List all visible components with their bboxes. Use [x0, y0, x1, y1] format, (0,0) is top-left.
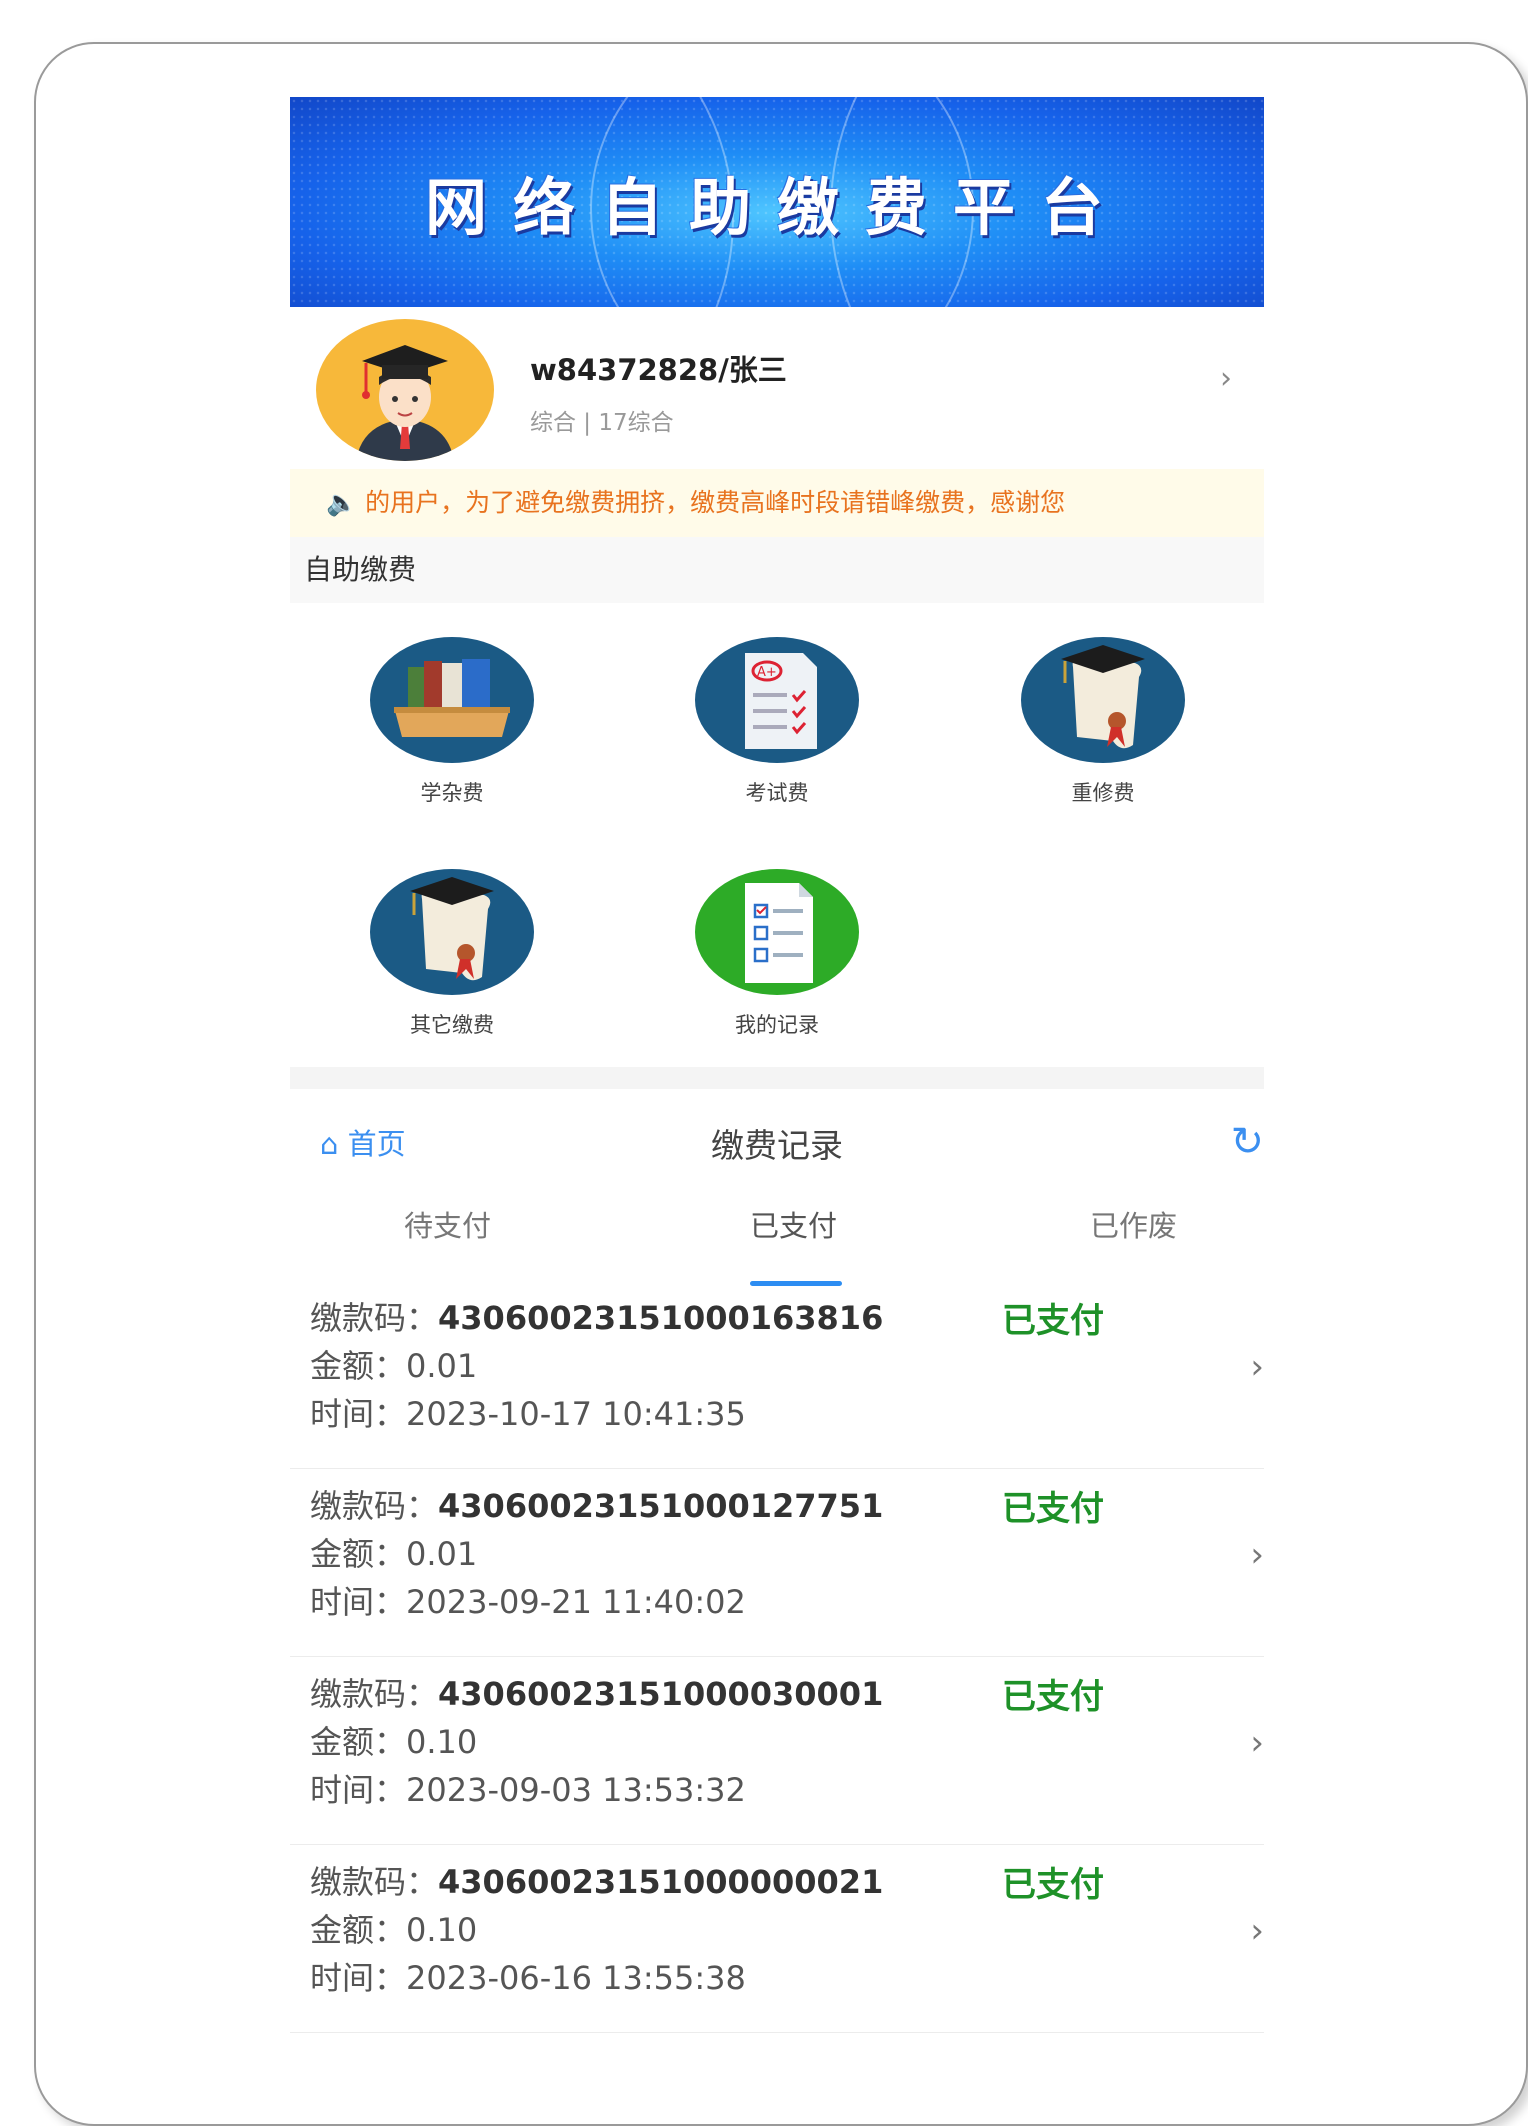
amount: 0.10 — [406, 1723, 478, 1761]
status-badge: 已支付 — [1002, 1489, 1104, 1529]
self-service-grid: 学杂费 A+ 考试费 重修费 其它缴费 我的记录 — [290, 603, 1264, 1067]
diploma-icon — [370, 869, 534, 995]
tab-paid[interactable]: 已支付 — [750, 1203, 837, 1245]
notice-text: 的用户，为了避免缴费拥挤，缴费高峰时段请错峰缴费，感谢您 — [365, 488, 1066, 517]
username: w84372828/张三 — [530, 353, 787, 387]
amount: 0.01 — [406, 1347, 478, 1385]
tab-pending[interactable]: 待支付 — [404, 1203, 491, 1245]
status-badge: 已支付 — [1002, 1301, 1104, 1341]
time: 2023-09-21 11:40:02 — [406, 1583, 746, 1621]
exam-paper-icon: A+ — [695, 637, 859, 763]
divider — [290, 1067, 1264, 1089]
list-item[interactable]: 缴款码：43060023151000127751 已支付 金额：0.01 时间：… — [290, 1469, 1264, 1657]
records-title: 缴费记录 — [711, 1126, 843, 1165]
status-badge: 已支付 — [1002, 1677, 1104, 1717]
books-icon — [370, 637, 534, 763]
amount: 0.01 — [406, 1535, 478, 1573]
tab-voided[interactable]: 已作废 — [1090, 1203, 1177, 1245]
chevron-right-icon: › — [1250, 1723, 1264, 1763]
banner-title: 网络自助缴费平台 — [424, 171, 1129, 244]
chevron-right-icon: › — [1220, 361, 1232, 396]
svg-text:A+: A+ — [757, 665, 777, 680]
avatar — [316, 319, 494, 461]
payment-code: 43060023151000127751 — [438, 1487, 884, 1525]
time: 2023-06-16 13:55:38 — [406, 1959, 746, 1997]
time: 2023-10-17 10:41:35 — [406, 1395, 746, 1433]
grid-item-other[interactable]: 其它缴费 — [352, 869, 552, 1039]
banner: 网络自助缴费平台 — [290, 97, 1264, 307]
records-header: ⌂ 首页 缴费记录 ↻ — [290, 1089, 1264, 1189]
payment-code: 43060023151000163816 — [438, 1299, 884, 1337]
list-item[interactable]: 缴款码：43060023151000163816 已支付 金额：0.01 时间：… — [290, 1281, 1264, 1469]
checklist-icon — [695, 869, 859, 995]
grid-item-exam[interactable]: A+ 考试费 — [677, 637, 877, 807]
list-item[interactable]: 缴款码：43060023151000030001 已支付 金额：0.10 时间：… — [290, 1657, 1264, 1845]
amount: 0.10 — [406, 1911, 478, 1949]
grid-item-retake[interactable]: 重修费 — [1003, 637, 1203, 807]
status-badge: 已支付 — [1002, 1865, 1104, 1905]
notice-bar: 🔈 的用户，为了避免缴费拥挤，缴费高峰时段请错峰缴费，感谢您 — [290, 469, 1264, 537]
speaker-icon: 🔈 — [326, 488, 358, 517]
page: 网络自助缴费平台 w84372828/张三 综合 | 17综合 › 🔈 的用户，… — [290, 97, 1264, 2033]
tabs: 待支付 已支付 已作废 — [290, 1189, 1264, 1286]
user-class-info: 综合 | 17综合 — [530, 410, 674, 436]
time: 2023-09-03 13:53:32 — [406, 1771, 746, 1809]
list-item[interactable]: 缴款码：43060023151000000021 已支付 金额：0.10 时间：… — [290, 1845, 1264, 2033]
grid-item-my-records[interactable]: 我的记录 — [677, 869, 877, 1039]
chevron-right-icon: › — [1250, 1535, 1264, 1575]
grid-item-tuition[interactable]: 学杂费 — [352, 637, 552, 807]
chevron-right-icon: › — [1250, 1347, 1264, 1387]
diploma-icon — [1021, 637, 1185, 763]
payment-code: 43060023151000000021 — [438, 1863, 884, 1901]
section-title: 自助缴费 — [290, 537, 1264, 603]
profile-card[interactable]: w84372828/张三 综合 | 17综合 › — [290, 307, 1264, 469]
refresh-icon[interactable]: ↻ — [1230, 1119, 1264, 1165]
payment-code: 43060023151000030001 — [438, 1675, 884, 1713]
chevron-right-icon: › — [1250, 1911, 1264, 1951]
